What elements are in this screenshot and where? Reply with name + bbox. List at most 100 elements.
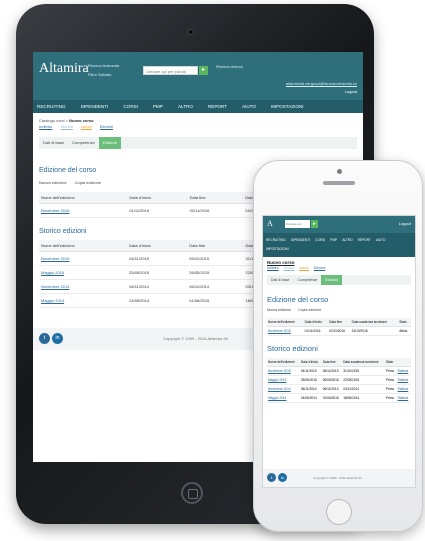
saved-filter-link[interactable]: Filtro Salvato [88,70,119,79]
new-edition-button[interactable]: Nuova edizione [267,308,291,313]
cell: 01/11/2016 [303,326,329,336]
actions-action[interactable]: Azioni [81,124,92,129]
edition-link[interactable]: Maggio 2014 [39,293,128,308]
col-status: Stato [384,357,397,367]
nav-recruiting[interactable]: RECRUITING [37,100,66,113]
history-action[interactable]: Storico [284,266,295,270]
copy-edition-button[interactable]: Copia edizione [298,308,321,313]
nav-aiuto[interactable]: AIUTO [242,100,256,113]
cell: 06/11/2014 [127,279,188,294]
edition-link[interactable]: Novembre 2016 [39,203,128,218]
back-action[interactable]: Indietro [39,124,52,129]
col-status: Stato [398,317,411,327]
edition-link[interactable]: Novembre 2016 [267,326,304,336]
col-end: Data fine [328,317,351,327]
col-name: Nome dell'edizione [267,317,304,327]
nav-pmp[interactable]: PMP [153,100,163,113]
nav-dipendenti[interactable]: DIPENDENTI [81,100,109,113]
table-row: Maggio 2015 25/05/2015 26/05/2015 22/05/… [267,375,411,385]
edition-buttons: Nuova edizione Copia edizione [267,308,411,313]
search-input[interactable]: Cercare qui per parola [143,66,198,75]
col-end: Data fine [187,240,244,252]
header-search-link[interactable]: Ricerca ricerca [216,64,243,69]
cell: 06/11/2014 [187,279,244,294]
back-action[interactable]: Indietro [267,266,279,270]
reactivate-link[interactable]: Riattiva [396,375,411,385]
tab-competenze[interactable]: Competenze [293,275,321,285]
brand-logo[interactable]: Altamira [39,61,89,77]
edition-link[interactable]: Novembre 2015 [267,366,300,376]
cell: 18/05/2014 [342,393,385,403]
edition-link[interactable]: Maggio 2014 [267,393,300,403]
twitter-icon[interactable]: t [39,333,50,344]
col-deadline: Data scadenza iscrizione [350,317,399,327]
search-button[interactable]: ▸ [199,66,208,75]
home-button[interactable] [181,482,203,504]
reactivate-link[interactable]: Riattiva [396,393,411,403]
col-start: Data d'inizio [127,192,188,204]
table-row: Novembre 2015 04/11/2015 05/11/2015 31/1… [267,366,411,376]
search-input[interactable]: Cercare qui [285,220,310,228]
advanced-search-link[interactable]: Ricerca Avanzata [88,61,119,70]
col-deadline: Data scadenza iscrizione [342,357,385,367]
linkedin-icon[interactable]: in [52,333,63,344]
nav-altro[interactable]: ALTRO [342,236,352,245]
nav-recruiting[interactable]: RECRUITING [266,236,286,245]
tab-edizioni[interactable]: Edizioni [321,275,342,285]
reactivate-link[interactable]: Riattiva [396,384,411,394]
logout-link[interactable]: Logout [399,221,411,226]
linkedin-icon[interactable]: in [278,473,287,482]
home-button[interactable] [326,499,352,525]
col-name: Nome dell'edizione [39,240,128,252]
tab-dati-di-base[interactable]: Dati di base [267,275,293,285]
nav-report[interactable]: REPORT [358,236,371,245]
main-content: Nuovo corso Indietro Storico Azioni Elen… [263,257,415,406]
lists-action[interactable]: Elenchi [100,124,113,129]
edition-link[interactable]: Novembre 2014 [267,384,300,394]
nav-altro[interactable]: ALTRO [178,100,193,113]
nav-corsi[interactable]: CORSI [123,100,138,113]
nav-aiuto[interactable]: AIUTO [376,236,386,245]
edition-table: Nome dell'edizione Data d'inizio Data fi… [267,317,411,336]
history-action[interactable]: Storico [60,124,72,129]
user-email[interactable]: altamirella.vergusci@laravecchiarella.cs [286,81,357,86]
copy-edition-button[interactable]: Copia edizione [75,180,101,185]
nav-corsi[interactable]: CORSI [315,236,325,245]
breadcrumb-current[interactable]: Nuovo corso [267,260,411,265]
tab-bar: Dati di base Competenze Edizioni [39,137,357,149]
edition-link[interactable]: Maggio 2015 [39,265,128,280]
cell: 05/11/2015 [321,366,343,376]
table-row: Maggio 2014 24/05/2014 01/06/2015 18/05/… [267,393,411,403]
nav-dipendenti[interactable]: DIPENDENTI [291,236,310,245]
edition-link[interactable]: Novembre 2015 [39,251,128,266]
search-button[interactable]: ▸ [311,220,318,228]
logout-link[interactable]: Logout [345,89,357,94]
cell: 25/05/2015 [127,265,188,280]
edition-link[interactable]: Maggio 2015 [267,375,300,385]
reactivate-link[interactable]: Riattiva [396,366,411,376]
site-header: Altamira Ricerca Avanzata Filtro Salvato… [33,52,363,100]
new-edition-button[interactable]: Nuova edizione [39,180,67,185]
tab-competenze[interactable]: Competenze [68,137,99,149]
brand-logo[interactable]: A [267,219,273,228]
site-header: A Cercare qui ▸ Logout [263,216,415,233]
tab-edizioni[interactable]: Edizioni [98,137,121,149]
twitter-icon[interactable]: t [267,473,276,482]
cell: 01/06/2015 [187,293,244,308]
cell: 25/05/2015 [299,375,322,385]
breadcrumb-prefix[interactable]: Catalogo corsi > [39,118,68,123]
col-start: Data d'inizio [303,317,329,327]
nav-impostazioni[interactable]: IMPOSTAZIONI [266,245,289,254]
tab-dati-di-base[interactable]: Dati di base [39,137,68,149]
edition-link[interactable]: Novembre 2014 [39,279,128,294]
copyright: Copyright © 1999 - 2016 Altamira Srl [163,336,229,341]
nav-impostazioni[interactable]: IMPOSTAZIONI [271,100,304,113]
nav-report[interactable]: REPORT [208,100,227,113]
col-end: Data fine [321,357,343,367]
table-row: Novembre 2014 06/11/2014 06/11/2014 03/1… [267,384,411,394]
nav-pmp[interactable]: PMP [330,236,337,245]
lists-action[interactable]: Elenchi [314,266,325,270]
actions-action[interactable]: Azioni [299,266,309,270]
cell: Primo [384,393,397,403]
cell: 24/05/2014 [299,393,322,403]
